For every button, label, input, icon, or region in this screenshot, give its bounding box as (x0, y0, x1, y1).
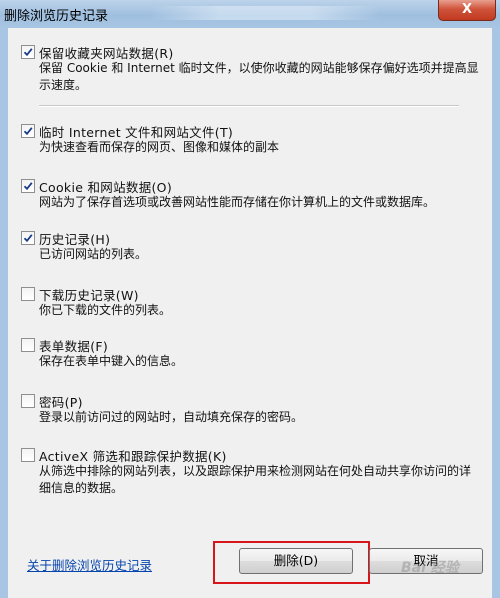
close-button[interactable]: X (438, 0, 496, 21)
delete-button[interactable]: 删除(D) (239, 548, 353, 574)
option-description: 你已下载的文件的列表。 (39, 303, 172, 317)
option-description: 网站为了保存首选项或改善网站性能而存储在你计算机上的文件或数据库。 (39, 195, 436, 209)
checkbox-activex-tracking[interactable] (21, 448, 35, 462)
dialog-body: 保留收藏夹网站数据(R) 保留 Cookie 和 Internet 临时文件，以… (8, 28, 492, 598)
option-description: 为快速查看而保存的网页、图像和媒体的副本 (39, 140, 280, 154)
window-title: 删除浏览历史记录 (4, 9, 109, 24)
option-description: 保留 Cookie 和 Internet 临时文件，以使你收藏的网站能够保存偏好… (39, 61, 479, 92)
option-description: 从筛选中排除的网站列表，以及跟踪保护用来检测网站在何处自动共享你访问的详细信息的… (39, 464, 472, 495)
checkmark-icon (23, 127, 33, 136)
checkbox-form-data[interactable] (21, 338, 35, 352)
checkbox-preserve-favorites[interactable] (21, 45, 35, 59)
checkmark-icon (23, 182, 33, 191)
checkbox-history[interactable] (21, 231, 35, 245)
option-description: 已访问网站的列表。 (39, 247, 148, 261)
option-description: 登录以前访问过的网站时，自动填充保存的密码。 (39, 410, 304, 424)
separator (39, 105, 459, 107)
option-description: 保存在表单中键入的信息。 (39, 354, 184, 368)
checkbox-temp-internet-files[interactable] (21, 124, 35, 138)
checkmark-icon (23, 234, 33, 243)
title-bar: 删除浏览历史记录 X (0, 0, 500, 28)
watermark-logo: Bai 经验 (401, 560, 459, 576)
checkbox-cookies[interactable] (21, 179, 35, 193)
checkbox-passwords[interactable] (21, 394, 35, 408)
checkmark-icon (23, 48, 33, 57)
checkbox-download-history[interactable] (21, 287, 35, 301)
about-delete-history-link[interactable]: 关于删除浏览历史记录 (27, 555, 152, 574)
window-frame-right (492, 28, 500, 598)
window-frame-left (0, 28, 8, 598)
